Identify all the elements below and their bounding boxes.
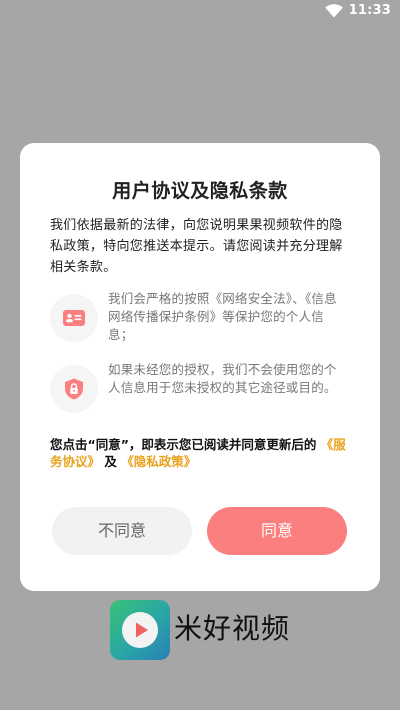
dialog-intro: 我们依据最新的法律，向您说明果果视频软件的隐私政策，特向您推送本提示。请您阅读并…: [50, 218, 343, 275]
brand-name: 米好视频: [174, 612, 291, 645]
wifi-icon: [324, 3, 343, 18]
consent-text: 您点击“同意”，即表示您已阅读并同意更新后的 《服务协议》 及 《隐私政策》: [50, 436, 355, 470]
play-logo-icon: [110, 600, 170, 660]
privacy-policy-link[interactable]: 《隐私政策》: [121, 454, 196, 469]
dialog-title: 用户协议及隐私条款: [112, 180, 288, 202]
decline-button[interactable]: 不同意: [52, 507, 192, 555]
privacy-dialog: 用户协议及隐私条款 我们依据最新的法律，向您说明果果视频软件的隐私政策，特向您推…: [20, 143, 380, 591]
status-time: 11:33: [348, 3, 391, 18]
status-bar: 11:33: [0, 0, 400, 24]
status-right: 11:33: [324, 3, 391, 18]
agree-button[interactable]: 同意: [207, 507, 347, 555]
consent-and: 及: [104, 454, 117, 469]
consent-prefix: 您点击“同意”，即表示您已阅读并同意更新后的: [50, 437, 317, 452]
id-card-icon: [50, 294, 98, 342]
feature-text: 我们会严格的按照《网络安全法》、《信息网络传播保护条例》等保护您的个人信息；: [108, 291, 337, 342]
lock-shield-icon: [50, 365, 98, 413]
feature-text: 如果未经您的授权，我们不会使用您的个人信息用于您未授权的其它途径或目的。: [108, 362, 337, 395]
